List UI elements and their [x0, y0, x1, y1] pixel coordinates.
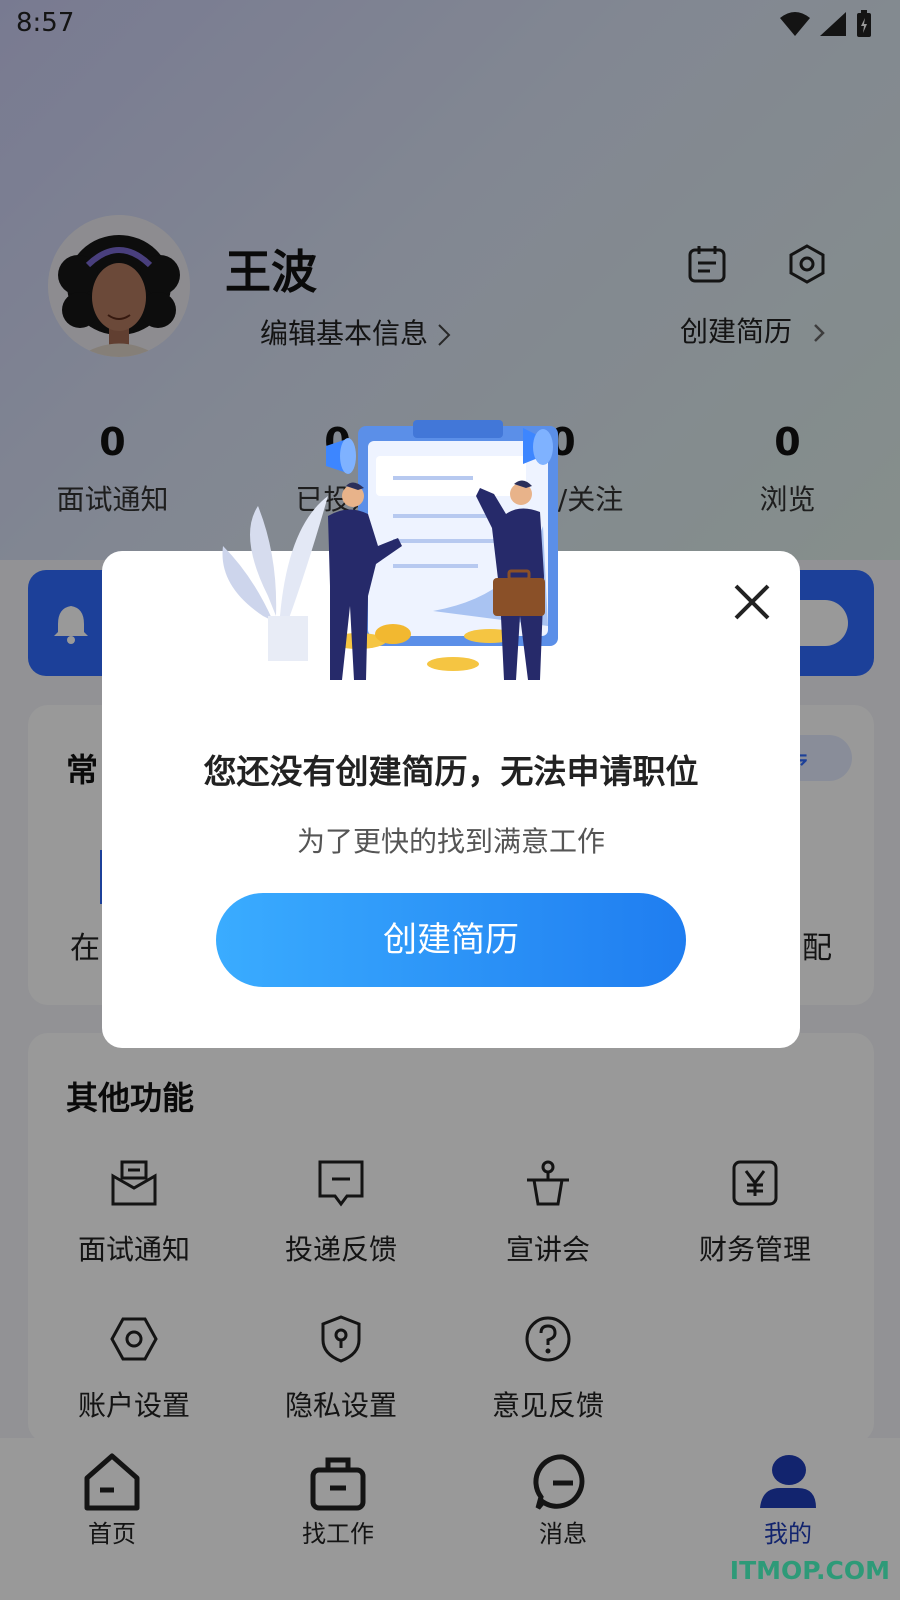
- create-resume-button[interactable]: 创建简历: [216, 893, 686, 987]
- dialog-title: 您还没有创建简历，无法申请职位: [203, 752, 699, 791]
- dialog-subtitle: 为了更快的找到满意工作: [296, 825, 605, 858]
- watermark: ITMOP.COM: [729, 1556, 890, 1585]
- close-icon[interactable]: [730, 580, 774, 624]
- business-people-illustration: [222, 420, 558, 680]
